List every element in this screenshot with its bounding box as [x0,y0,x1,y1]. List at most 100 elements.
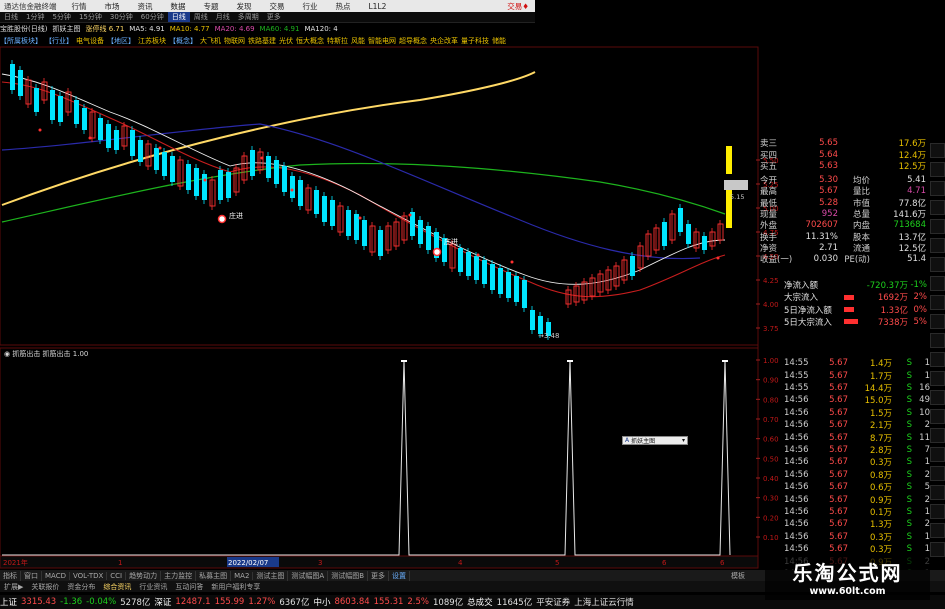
extension-tab[interactable]: 互动问答 [171,582,207,592]
stat-label: 现量 [760,209,778,220]
extension-tab[interactable]: 新用户福利专享 [207,582,264,592]
period-tab-weekly[interactable]: 周线 [190,12,212,22]
side-tab[interactable] [930,219,945,234]
extension-tab[interactable]: 综合资讯 [99,582,135,592]
side-tab[interactable] [930,257,945,272]
concept-tag[interactable]: 智能电网 [368,36,399,46]
side-tab[interactable] [930,428,945,443]
side-tab[interactable] [930,523,945,538]
concept-tag[interactable]: 恒大概念 [296,36,327,46]
concept-tag[interactable]: 【地区】 [107,36,138,46]
extension-tab[interactable]: 行业资讯 [135,582,171,592]
menu-item-news[interactable]: 资讯 [129,1,162,12]
side-tab[interactable] [930,542,945,557]
stat-value: 11.31% [805,231,838,242]
indicator-tab[interactable]: 主力监控 [161,570,197,581]
concept-tag[interactable]: 【行业】 [45,36,76,46]
tick-volume: 0.8万 [869,470,892,481]
stat-label: 内盘 [852,221,870,232]
fund-flow-label: 5日大宗流入 [784,317,832,328]
side-tab[interactable] [930,504,945,519]
extension-tab[interactable]: 资金分布 [63,582,99,592]
period-tab-daily-selected[interactable]: 日线 [167,12,190,22]
indicator-tab[interactable]: CCI [107,571,127,580]
period-tab-multi[interactable]: 多周期 [234,12,263,22]
side-tab[interactable] [930,276,945,291]
popup-dropdown-icon[interactable]: ▾ [682,437,687,444]
indicator-tab[interactable]: VOL-TDX [70,571,108,580]
broker-name[interactable]: 平安证券 [536,596,574,608]
formula-name[interactable]: 抓妖主图 [52,24,85,34]
period-tab-more[interactable]: 更多 [263,12,285,22]
candle-body [130,130,135,156]
indicator-tab[interactable]: MA2 [231,571,254,580]
concept-tag[interactable]: 电气设备 [76,36,107,46]
concept-tag[interactable]: 风能 [351,36,368,46]
period-tab-60min[interactable]: 60分钟 [137,12,168,22]
extension-tab[interactable]: 关联报价 [27,582,63,592]
menu-item-topics[interactable]: 专题 [195,1,228,12]
menu-item-industry[interactable]: 行业 [294,1,327,12]
side-tab[interactable] [930,238,945,253]
concept-tag[interactable]: 大飞机 [200,36,224,46]
concept-tag[interactable]: 江苏板块 [138,36,169,46]
indicator-tab[interactable]: 指标 [0,570,21,581]
side-tab[interactable] [930,181,945,196]
side-tab[interactable] [930,333,945,348]
concept-tag[interactable]: 物联网 [224,36,248,46]
indicator-tab[interactable]: MACD [42,571,70,580]
concept-tag[interactable]: 光伏 [279,36,296,46]
side-tab[interactable] [930,143,945,158]
menu-item-quotes[interactable]: 行情 [63,1,96,12]
side-tab[interactable] [930,409,945,424]
indicator-tab[interactable]: 私募主图 [196,570,232,581]
extension-tab[interactable]: 扩展▶ [0,582,27,592]
menu-item-trade[interactable]: 交易 [261,1,294,12]
period-tab-30min[interactable]: 30分钟 [106,12,137,22]
side-tab[interactable] [930,200,945,215]
side-tab[interactable] [930,371,945,386]
side-tab[interactable] [930,390,945,405]
side-tab[interactable] [930,352,945,367]
concept-tag[interactable]: 量子科技 [461,36,492,46]
menu-item-data[interactable]: 数据 [162,1,195,12]
cloud-ticker[interactable]: 上海上证云行情 [574,596,638,608]
concept-tag[interactable]: 特斯拉 [327,36,351,46]
period-tab-15min[interactable]: 15分钟 [75,12,106,22]
period-tab-5min[interactable]: 5分钟 [48,12,74,22]
sh-index-label[interactable]: 上证 [0,596,21,608]
indicator-tab[interactable]: 更多 [368,570,390,581]
side-tab[interactable] [930,447,945,462]
concept-tag[interactable]: 超导概念 [399,36,430,46]
period-tab-daily[interactable]: 日线 [0,12,22,22]
period-tab-monthly[interactable]: 月线 [212,12,234,22]
side-tab[interactable] [930,295,945,310]
side-tab[interactable] [930,466,945,481]
indicator-tab[interactable]: 测试主图 [253,570,289,581]
side-tab[interactable] [930,162,945,177]
concept-tag[interactable]: 央企改革 [430,36,461,46]
menu-item-discover[interactable]: 发现 [228,1,261,12]
trade-link[interactable]: 交易♦ [507,1,535,12]
concept-tag[interactable]: 铁路基建 [248,36,279,46]
fund-flow-value: 1692万 [877,293,908,304]
sz-index-label[interactable]: 深证 [154,596,175,608]
stat-row: 外盘 702607 内盘 713684 [760,219,930,231]
concept-tag[interactable]: 【所属板块】 [0,36,45,46]
indicator-tab[interactable]: 窗口 [21,570,42,581]
menu-item-hotspot[interactable]: 热点 [327,1,360,12]
indicator-tab[interactable]: 测试幅图B [328,570,369,581]
formula-popup[interactable]: A 抓妖主图 ▾ [622,436,688,445]
menu-item-l1l2[interactable]: L1L2 [360,2,396,11]
stat-label: 换手 [760,232,778,243]
concept-tag[interactable]: 储能 [492,36,509,46]
concept-tag[interactable]: 【概念】 [169,36,200,46]
indicator-tab[interactable]: 测试幅图A [288,570,329,581]
side-tab[interactable] [930,485,945,500]
indicator-tab[interactable]: 趋势动力 [126,570,162,581]
side-tab[interactable] [930,314,945,329]
zx-index-label[interactable]: 中小 [313,596,334,608]
indicator-tab[interactable]: 设置 [389,570,411,581]
menu-item-market[interactable]: 市场 [96,1,129,12]
period-tab-1min[interactable]: 1分钟 [22,12,48,22]
